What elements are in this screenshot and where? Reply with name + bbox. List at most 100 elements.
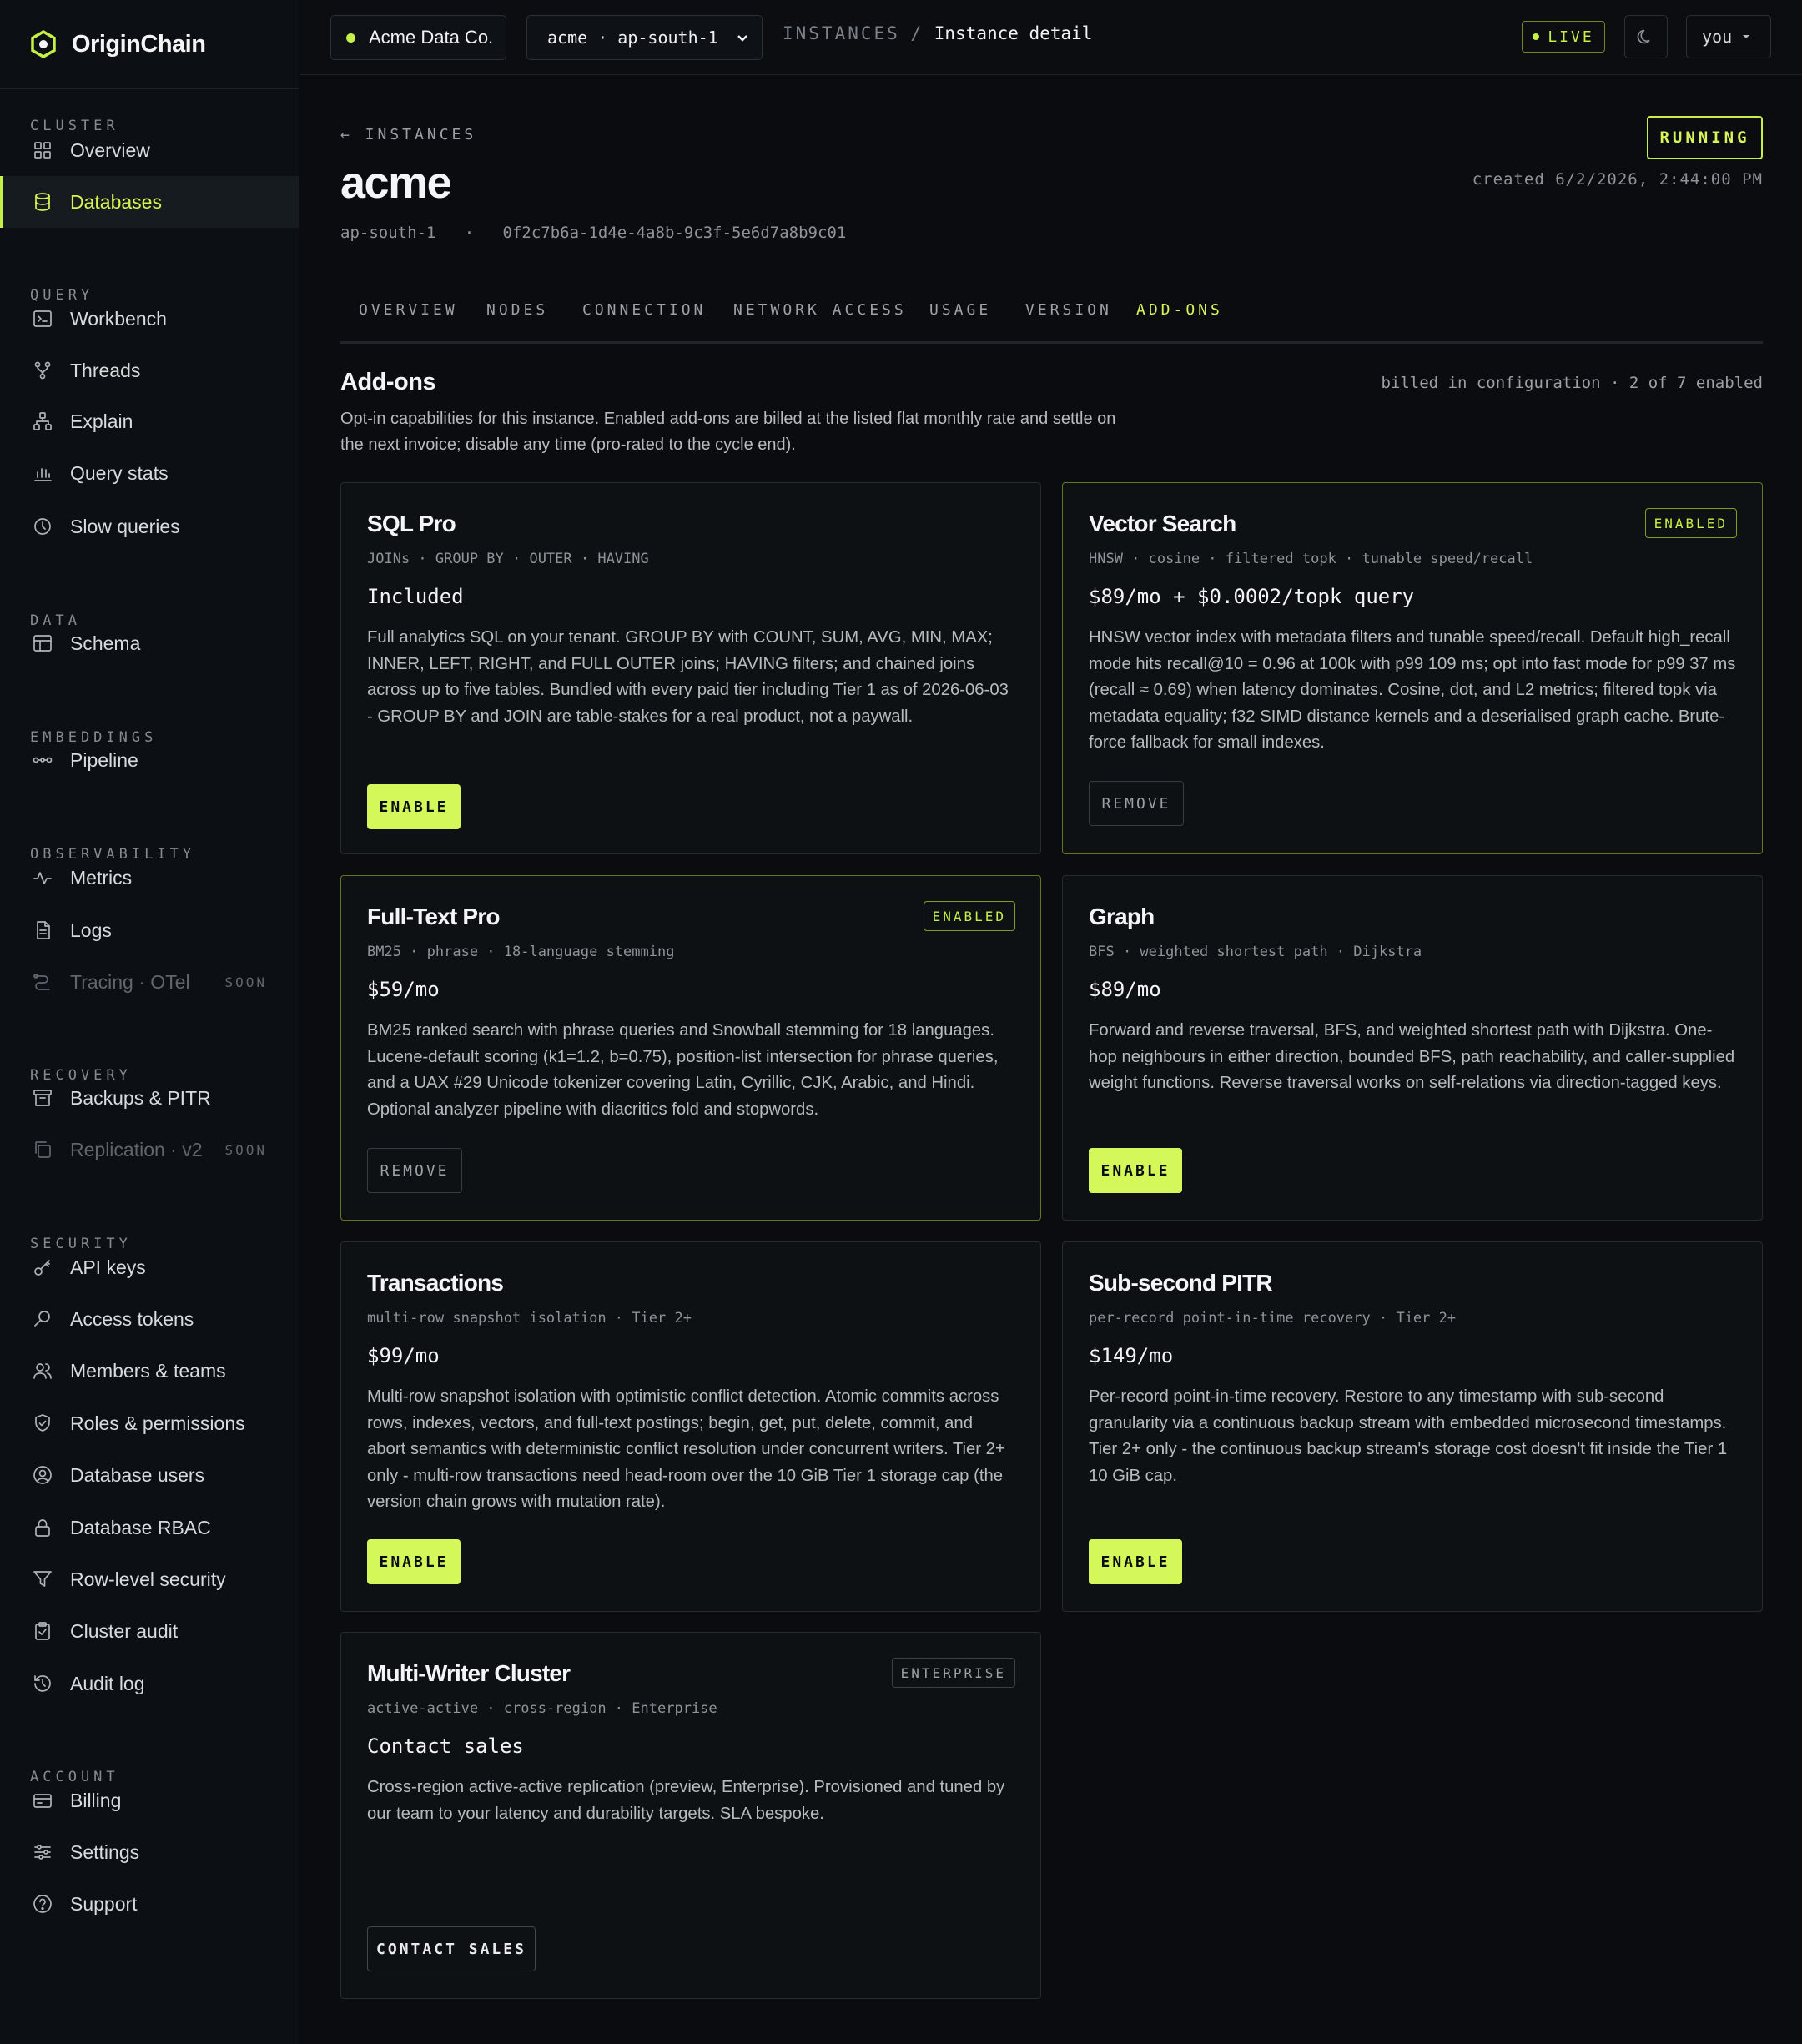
tab-connection[interactable]: CONNECTION (582, 294, 706, 344)
logo-icon (31, 30, 56, 58)
sidebar-item-label: Replication · v2 (70, 1138, 203, 1160)
user-label: you (1702, 27, 1733, 47)
org-name: Acme Data Co. (369, 27, 494, 48)
contact-sales-button[interactable]: CONTACT SALES (367, 1926, 536, 1971)
sidebar-item-label: Logs (70, 919, 112, 941)
sidebar-item-label: Settings (70, 1840, 140, 1863)
instance-region-select[interactable]: acme · ap-south-1 (526, 15, 763, 60)
clipboard-icon (35, 1622, 50, 1640)
sliders-icon (34, 1845, 51, 1860)
sidebar-item-schema[interactable]: Schema (0, 617, 299, 669)
pipeline-icon (33, 757, 53, 763)
brand[interactable]: OriginChain (0, 0, 299, 89)
sidebar-item-database-rbac[interactable]: Database RBAC (0, 1502, 299, 1553)
instance-id: 0f2c7b6a-1d4e-4a8b-9c3f-5e6d7a8b9c01 (502, 224, 847, 242)
sidebar-item-settings[interactable]: Settings (0, 1826, 299, 1878)
tab-add-ons[interactable]: ADD-ONS (1118, 294, 1241, 344)
sidebar-item-explain[interactable]: Explain (0, 395, 299, 447)
chevron-down-icon (737, 35, 747, 42)
sidebar-item-label: Database users (70, 1463, 205, 1486)
topbar: Acme Data Co. acme · ap-south-1 INSTANCE… (300, 0, 1802, 75)
addon-tags: JOINs · GROUP BY · OUTER · HAVING (367, 551, 649, 567)
addon-title: Graph (1089, 904, 1155, 929)
addon-tags: HNSW · cosine · filtered topk · tunable … (1089, 551, 1533, 567)
region-select-value: acme · ap-south-1 (547, 28, 718, 48)
sidebar-item-database-users[interactable]: Database users (0, 1449, 299, 1501)
sidebar-item-access-tokens[interactable]: Access tokens (0, 1293, 299, 1345)
remove-button[interactable]: REMOVE (1089, 781, 1184, 826)
sidebar-item-threads[interactable]: Threads (0, 345, 299, 396)
addon-card-transactions: Transactions multi-row snapshot isolatio… (340, 1241, 1041, 1612)
sidebar-item-metrics[interactable]: Metrics (0, 852, 299, 904)
addon-card-sql-pro: SQL Pro JOINs · GROUP BY · OUTER · HAVIN… (340, 482, 1041, 854)
tab-nodes[interactable]: NODES (486, 294, 548, 344)
breadcrumb-separator: / (910, 23, 924, 43)
history-icon (34, 1675, 51, 1692)
breadcrumb-parent[interactable]: INSTANCES (783, 23, 900, 43)
addon-badge: ENTERPRISE (891, 1658, 1015, 1688)
clock-icon (34, 518, 51, 535)
sidebar-item-label: Slow queries (70, 515, 180, 537)
sidebar-item-billing[interactable]: Billing (0, 1775, 299, 1826)
addon-description: Per-record point-in-time recovery. Resto… (1089, 1387, 1728, 1485)
grid-icon (34, 142, 51, 159)
addon-title: Full-Text Pro (367, 904, 500, 929)
addon-card-multi-writer-cluster: ENTERPRISE Multi-Writer Cluster active-a… (340, 1632, 1041, 1999)
tab-network-access[interactable]: NETWORK ACCESS (733, 294, 907, 344)
theme-toggle-button[interactable] (1624, 15, 1668, 58)
sidebar-item-label: Members & teams (70, 1359, 226, 1382)
sidebar-item-pipeline[interactable]: Pipeline (0, 734, 299, 786)
sidebar-item-members-teams[interactable]: Members & teams (0, 1345, 299, 1397)
sidebar-item-label: Query stats (70, 461, 169, 484)
addon-description: Cross-region active-active replication (… (367, 1778, 1005, 1823)
sidebar-item-logs[interactable]: Logs (0, 904, 299, 956)
user-menu-button[interactable]: you (1686, 15, 1771, 58)
addon-description: Full analytics SQL on your tenant. GROUP… (367, 628, 1009, 726)
sidebar-item-roles-permissions[interactable]: Roles & permissions (0, 1397, 299, 1449)
addon-badge: ENABLED (1644, 508, 1737, 538)
addon-price: $99/mo (367, 1344, 440, 1367)
addon-title: Sub-second PITR (1089, 1270, 1273, 1296)
tab-usage[interactable]: USAGE (929, 294, 991, 344)
status-badge: RUNNING (1647, 116, 1763, 159)
sidebar-item-databases[interactable]: Databases (0, 176, 299, 228)
users-icon (33, 1363, 52, 1379)
instance-region: ap-south-1 (340, 224, 436, 242)
addon-card-sub-second-pitr: Sub-second PITR per-record point-in-time… (1062, 1241, 1763, 1612)
live-dot-icon (1533, 33, 1540, 40)
sidebar-item-query-stats[interactable]: Query stats (0, 447, 299, 499)
addon-description: Multi-row snapshot isolation with optimi… (367, 1387, 1005, 1511)
org-switcher[interactable]: Acme Data Co. (330, 15, 506, 60)
user-circle-icon (33, 1466, 52, 1484)
sidebar-item-slow-queries[interactable]: Slow queries (0, 501, 299, 552)
sidebar-item-label: Explain (70, 410, 133, 432)
enable-button[interactable]: ENABLE (1089, 1539, 1182, 1584)
remove-button[interactable]: REMOVE (367, 1148, 462, 1193)
sidebar-item-label: Access tokens (70, 1307, 194, 1330)
tab-overview[interactable]: OVERVIEW (359, 294, 458, 344)
section-description: Opt-in capabilities for this instance. E… (340, 410, 1116, 454)
back-to-instances-link[interactable]: ← INSTANCES (340, 126, 476, 143)
sidebar-item-support[interactable]: Support (0, 1878, 299, 1930)
sidebar-item-workbench[interactable]: Workbench (0, 293, 299, 345)
soon-tag: SOON (224, 1141, 267, 1158)
tab-version[interactable]: VERSION (1025, 294, 1112, 344)
sidebar-item-label: Database RBAC (70, 1516, 211, 1538)
sidebar-item-row-level-security[interactable]: Row-level security (0, 1553, 299, 1605)
addon-price: $149/mo (1089, 1344, 1174, 1367)
sidebar-item-overview[interactable]: Overview (0, 124, 299, 176)
sidebar-item-audit-log[interactable]: Audit log (0, 1658, 299, 1709)
addon-price: $89/mo (1089, 978, 1161, 1001)
lock-icon (35, 1519, 50, 1537)
enable-button[interactable]: ENABLE (1089, 1148, 1182, 1193)
sidebar-item-api-keys[interactable]: API keys (0, 1241, 299, 1293)
sidebar-item-cluster-audit[interactable]: Cluster audit (0, 1605, 299, 1657)
sidebar-item-backups-pitr[interactable]: Backups & PITR (0, 1072, 299, 1124)
created-timestamp: created 6/2/2026, 2:44:00 PM (1472, 170, 1763, 189)
sidebar-item-label: Metrics (70, 866, 133, 889)
enable-button[interactable]: ENABLE (367, 784, 461, 829)
enable-button[interactable]: ENABLE (367, 1539, 461, 1584)
pulse-icon (33, 872, 52, 884)
addon-tags: BFS · weighted shortest path · Dijkstra (1089, 944, 1422, 960)
addon-tags: BM25 · phrase · 18-language stemming (367, 944, 675, 960)
